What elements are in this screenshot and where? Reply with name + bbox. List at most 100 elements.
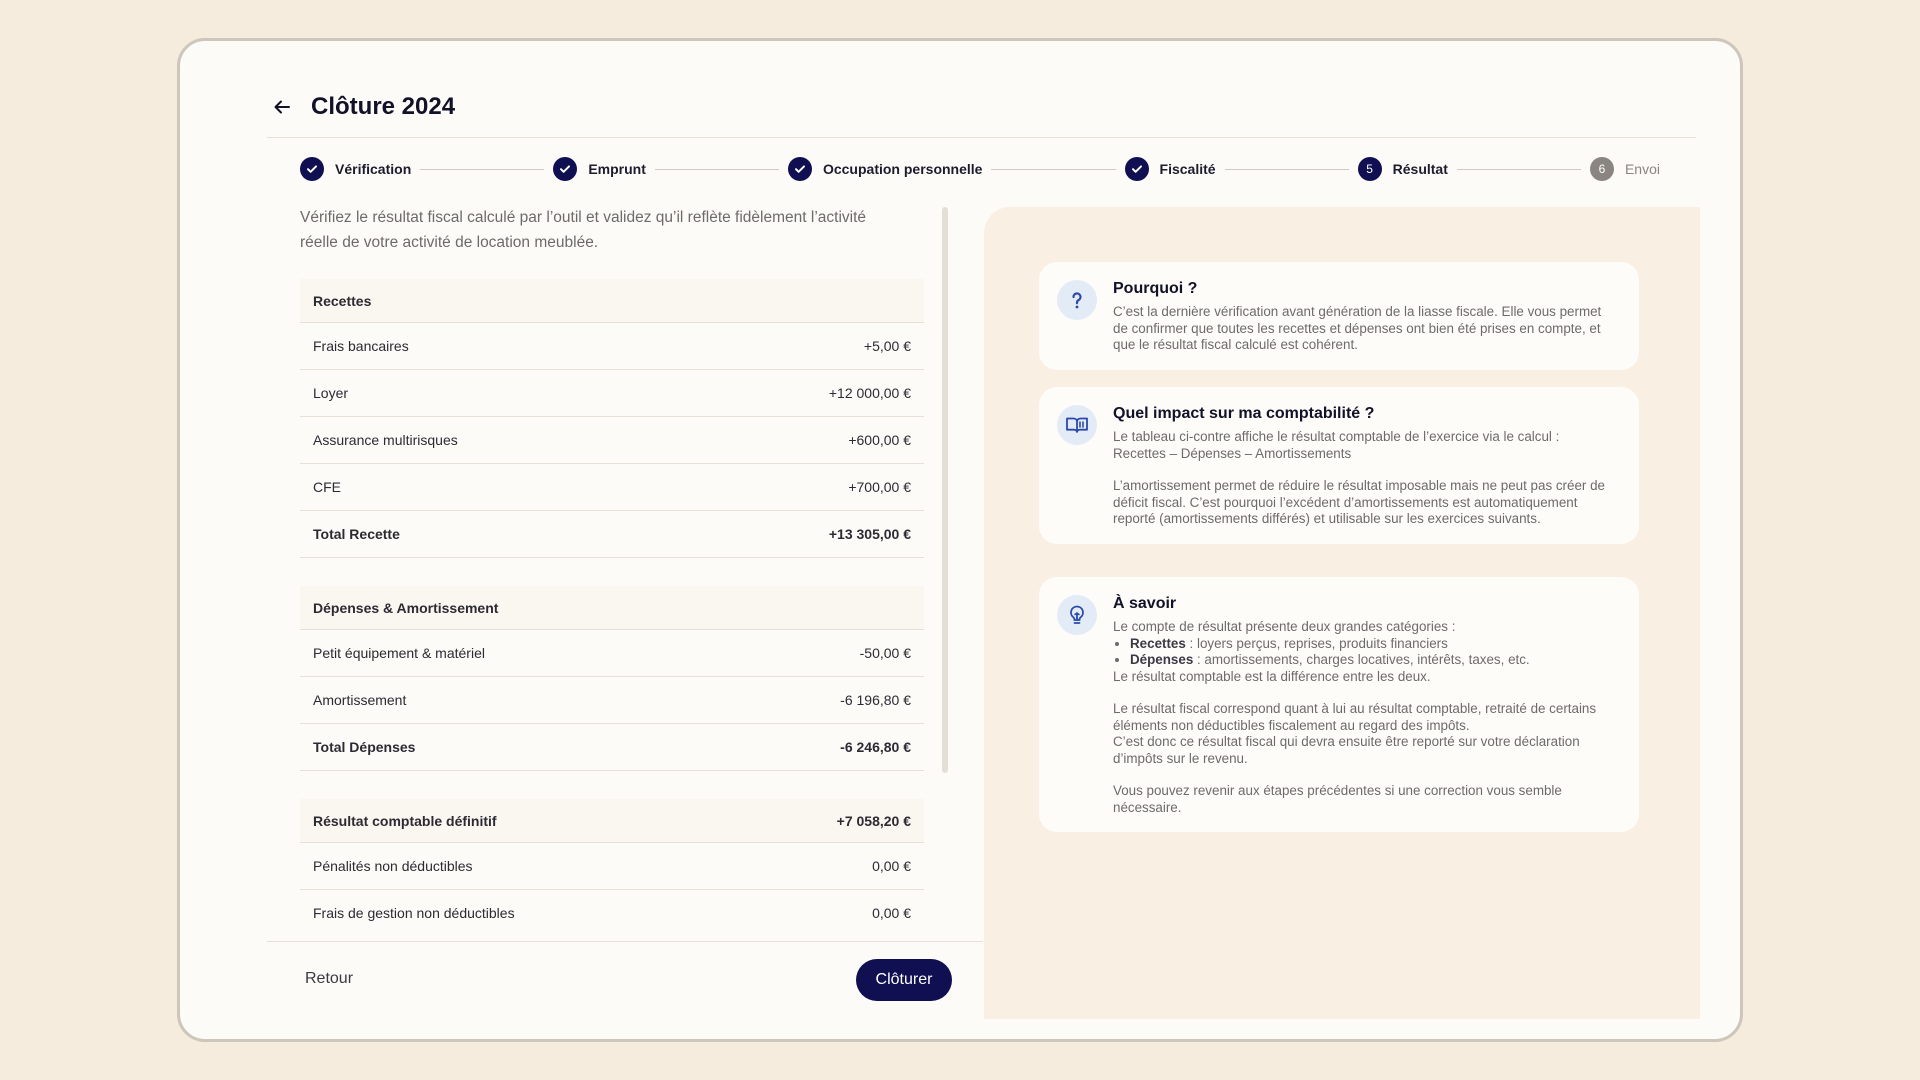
step-number-badge: 6 [1589,157,1614,181]
step-fiscalite[interactable]: Fiscalité [1124,157,1216,181]
step-label: Emprunt [588,161,646,177]
check-icon [1131,165,1142,173]
row-value: +600,00 € [848,432,911,448]
row-label: Amortissement [313,692,407,708]
row-label: Frais de gestion non déductibles [313,905,515,921]
header-divider [267,137,1696,138]
info-paragraph: Le résultat fiscal correspond quant à lu… [1113,701,1619,767]
list-item: Recettes : loyers perçus, reprises, prod… [1130,636,1619,653]
intro-text: Vérifiez le résultat fiscal calculé par … [300,209,867,251]
list-item-text: : amortissements, charges locatives, int… [1193,652,1530,667]
step-label: Vérification [335,161,412,177]
info-title: Quel impact sur ma comptabilité ? [1113,405,1375,422]
row-label: Loyer [313,385,349,401]
result-scrollbar[interactable] [942,207,948,773]
info-sentence: Le compte de résultat présente deux gran… [1113,619,1456,634]
table-row: CFE +700,00 € [300,464,924,511]
page-title: Clôture 2024 [311,93,456,120]
step-connector [991,168,1116,170]
retour-button[interactable]: Retour [305,970,353,988]
step-connector [1456,168,1581,170]
category-list: Recettes : loyers perçus, reprises, prod… [1113,636,1619,669]
info-sentence: Le résultat fiscal correspond quant à lu… [1113,701,1597,733]
step-done-badge [553,157,578,181]
lightbulb-icon-badge [1057,595,1097,635]
info-card-impact: Quel impact sur ma comptabilité ? Le tab… [1039,387,1639,544]
info-text: Le tableau ci-contre affiche le résultat… [1113,429,1619,528]
back-arrow-button[interactable] [267,92,297,122]
row-value: 0,00 € [872,858,911,874]
question-icon [1072,292,1082,309]
section-header-resultat: Résultat comptable définitif +7 058,20 € [300,799,924,843]
help-panel: Pourquoi ? C’est la dernière vérificatio… [984,207,1700,1019]
step-label: Envoi [1624,161,1660,177]
row-value: +13 305,00 € [828,526,911,542]
list-item: Dépenses : amortissements, charges locat… [1130,652,1619,669]
check-icon [794,165,805,173]
row-value: -50,00 € [859,645,911,661]
info-card-savoir: À savoir Le compte de résultat présente … [1039,577,1639,832]
book-icon-badge [1057,405,1097,445]
total-row-depenses: Total Dépenses -6 246,80 € [300,724,924,771]
info-paragraph: C’est la dernière vérification avant gén… [1113,304,1602,352]
row-value: +12 000,00 € [828,385,911,401]
step-resultat[interactable]: 5 Résultat [1357,157,1448,181]
info-paragraph: Le compte de résultat présente deux gran… [1113,619,1619,669]
question-icon-badge [1057,280,1097,320]
closing-card: Clôture 2024 Vérification Emprunt Occupa… [177,38,1743,1042]
total-row-recettes: Total Recette +13 305,00 € [300,511,924,558]
section-title: Résultat comptable définitif [313,812,497,829]
table-row: Assurance multirisques +600,00 € [300,417,924,464]
row-label: Total Recette [313,526,400,542]
step-number-badge: 5 [1357,157,1382,181]
lightbulb-icon [1070,605,1084,624]
row-value: +700,00 € [848,479,911,495]
table-row: Frais bancaires +5,00 € [300,323,924,370]
info-card-pourquoi: Pourquoi ? C’est la dernière vérificatio… [1039,262,1639,370]
list-item-label: Dépenses [1130,652,1194,667]
step-envoi[interactable]: 6 Envoi [1589,157,1660,181]
check-icon [307,165,317,173]
section-title: Recettes [313,292,372,309]
table-row: Loyer +12 000,00 € [300,370,924,417]
cloturer-button[interactable]: Clôturer [856,959,952,1001]
row-label: Pénalités non déductibles [313,858,473,874]
row-value: +5,00 € [863,338,911,354]
footer-divider [267,941,983,942]
check-icon [560,165,571,173]
row-value: -6 246,80 € [840,739,911,755]
step-emprunt[interactable]: Emprunt [553,157,646,181]
row-label: Assurance multirisques [313,432,458,448]
list-item-text: : loyers perçus, reprises, produits fina… [1185,635,1448,651]
section-title: Dépenses & Amortissement [313,599,499,616]
info-text: Le compte de résultat présente deux gran… [1113,619,1619,816]
row-label: Total Dépenses [313,739,416,755]
page-header: Clôture 2024 [267,87,455,127]
info-paragraph: Le résultat comptable est la différence … [1113,668,1431,684]
result-table: Recettes Frais bancaires +5,00 € Loyer +… [300,279,924,933]
step-occupation-personnelle[interactable]: Occupation personnelle [787,157,983,181]
row-label: Petit équipement & matériel [313,645,485,661]
step-done-badge [787,157,812,181]
info-title: Pourquoi ? [1113,280,1198,297]
step-label: Occupation personnelle [822,161,983,177]
step-verification[interactable]: Vérification [300,157,411,181]
table-row: Pénalités non déductibles 0,00 € [300,843,924,890]
info-text: C’est la dernière vérification avant gén… [1113,304,1619,354]
arrow-left-icon [274,100,290,114]
book-icon [1066,417,1088,433]
row-value: 0,00 € [872,905,911,921]
info-paragraph: Vous pouvez revenir aux étapes précédent… [1113,783,1562,815]
result-panel: Vérifiez le résultat fiscal calculé par … [300,201,924,933]
step-done-badge [300,157,324,181]
section-header-recettes: Recettes [300,279,924,323]
stepper: Vérification Emprunt Occupation personne… [300,153,1660,185]
table-row: Amortissement -6 196,80 € [300,677,924,724]
step-connector [420,168,545,170]
row-label: Frais bancaires [313,338,409,354]
info-sentence: C’est donc ce résultat fiscal qui devra … [1113,734,1580,766]
row-value: +7 058,20 € [836,812,911,829]
info-formula: Recettes – Dépenses – Amortissements [1113,445,1352,461]
